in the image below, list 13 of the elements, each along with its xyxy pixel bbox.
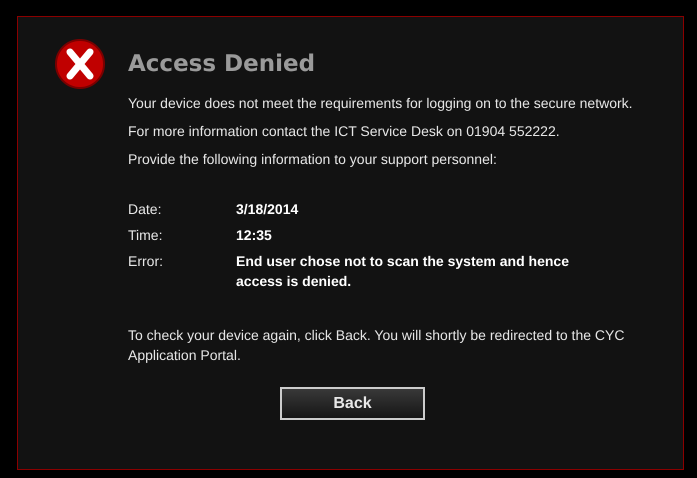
- dialog-title: Access Denied: [128, 51, 316, 77]
- message-text: For more information contact the ICT Service Desk on 01904 552222.: [128, 122, 561, 141]
- error-icon: [55, 39, 105, 89]
- detail-label: Error:: [128, 252, 164, 271]
- message-text: Your device does not meet the requirements for logging on to the secure network.: [128, 94, 634, 113]
- detail-value: 12:35: [236, 226, 273, 245]
- detail-label: Date:: [128, 200, 162, 219]
- detail-value: End user chose not to scan the system and hence access is denied.: [236, 252, 570, 291]
- detail-label: Time:: [128, 226, 164, 245]
- back-button[interactable]: Back: [280, 387, 425, 420]
- detail-value: 3/18/2014: [236, 200, 300, 219]
- footer-text: To check your device again, click Back. You will shortly be redirected to the CYC Application Portal.: [128, 326, 626, 365]
- message-text: Provide the following information to your support personnel:: [128, 150, 498, 169]
